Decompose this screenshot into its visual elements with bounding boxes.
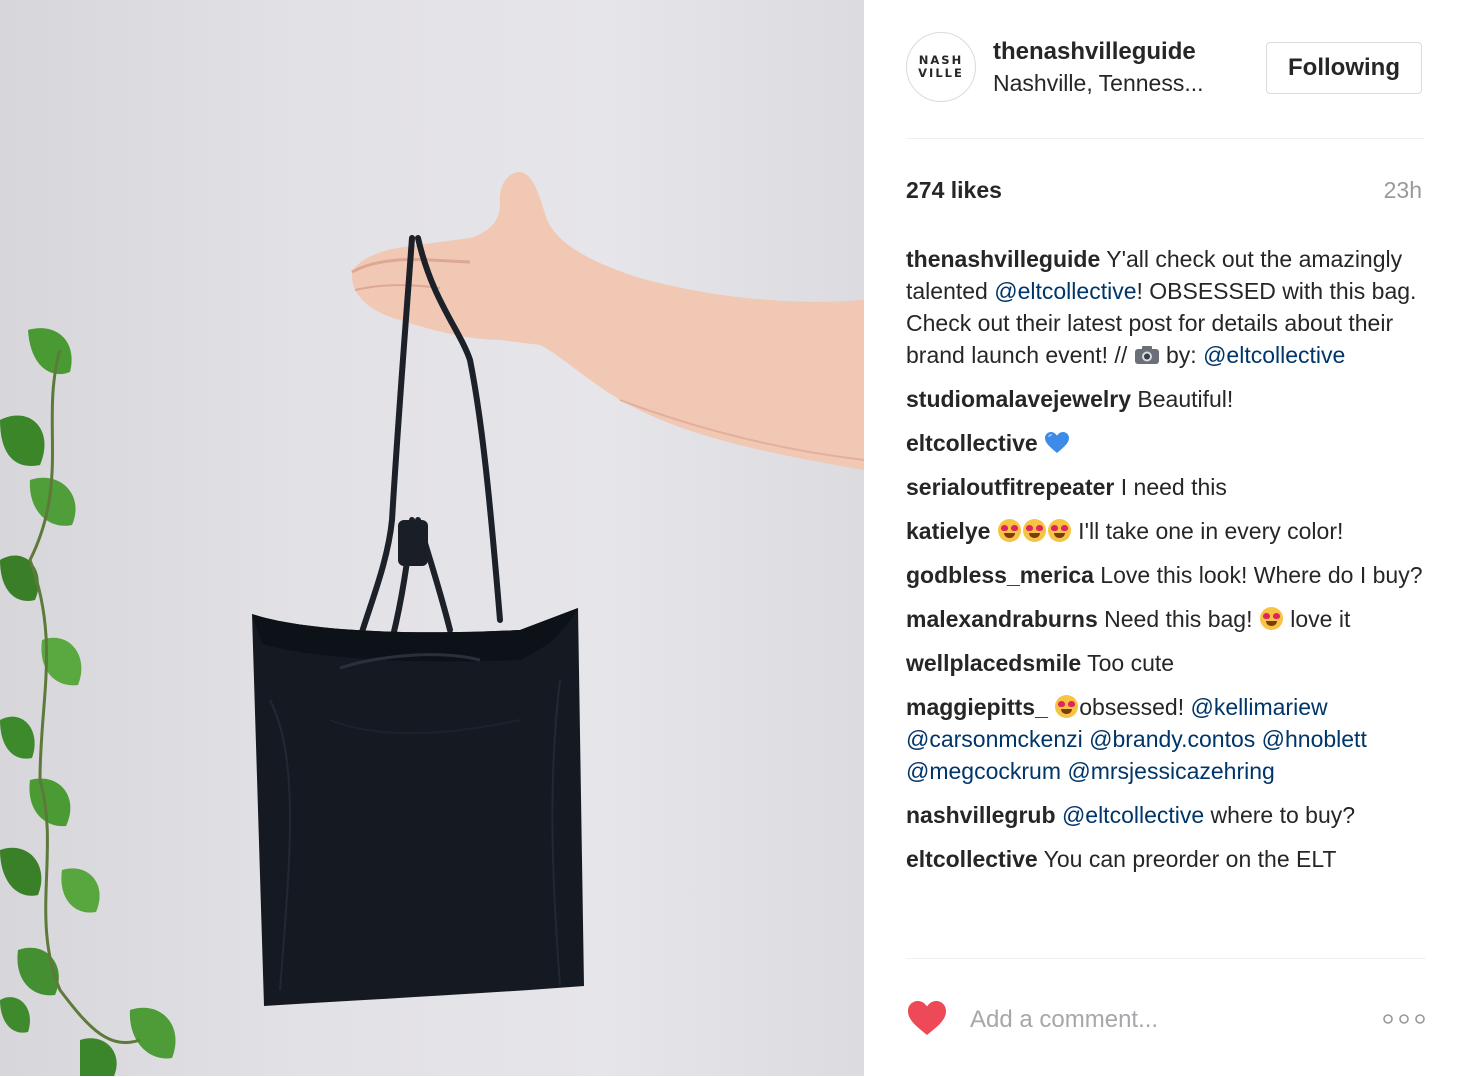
blue-heart-icon [1045,432,1070,453]
comment-text: Beautiful! [1131,386,1234,412]
comment-username[interactable]: nashvillegrub [906,802,1056,828]
heart-icon[interactable] [906,999,948,1037]
comment-username[interactable]: serialoutfitrepeater [906,474,1114,500]
comment-text: obsessed! [1079,694,1191,720]
bag-photo-illustration [0,172,864,1076]
comment-username[interactable]: eltcollective [906,430,1038,456]
comments-list[interactable]: thenashvilleguide Y'all check out the am… [906,243,1426,957]
comment-mention[interactable]: @kellimariew [1191,694,1328,720]
comment-username[interactable]: eltcollective [906,846,1038,872]
comment-text: where to buy? [1204,802,1356,828]
post-photo[interactable] [0,0,864,1076]
avatar-text-line-2: VILLE [918,66,964,80]
comment: eltcollective [906,427,1426,459]
comment: godbless_merica Love this look! Where do… [906,559,1426,591]
comment-username[interactable]: wellplacedsmile [906,650,1081,676]
comment-mention[interactable]: @mrsjessicazehring [1067,758,1274,784]
ellipsis-icon[interactable] [1382,1009,1426,1029]
comment-text: I need this [1114,474,1227,500]
comment-text: love it [1283,606,1351,632]
comment-username[interactable]: studiomalavejewelry [906,386,1131,412]
caption-username[interactable]: thenashvilleguide [906,246,1100,272]
comment-text: You can preorder on the ELT [1037,846,1337,872]
instagram-post: NASH VILLE thenashvilleguide Nashville, … [0,0,1466,1076]
leather-bag [252,608,584,1006]
post-time[interactable]: 23h [1384,177,1422,204]
comment: katielye I'll take one in every color! [906,515,1426,547]
comment-text: I'll take one in every color! [1071,518,1344,544]
post-location[interactable]: Nashville, Tenness... [993,70,1233,97]
comment: nashvillegrub @eltcollective where to bu… [906,799,1426,831]
comment-mention[interactable]: @carsonmckenzi [906,726,1083,752]
post-username[interactable]: thenashvilleguide [993,38,1196,66]
comment-username[interactable]: maggiepitts_ [906,694,1048,720]
comment-username[interactable]: katielye [906,518,990,544]
comment: maggiepitts_ obsessed! @kellimariew @car… [906,691,1426,787]
comment: malexandraburns Need this bag! love it [906,603,1426,635]
comment-text: Too cute [1081,650,1175,676]
comment: serialoutfitrepeater I need this [906,471,1426,503]
post-header: NASH VILLE thenashvilleguide Nashville, … [906,28,1424,139]
caption: thenashvilleguide Y'all check out the am… [906,243,1426,371]
comment-username[interactable]: malexandraburns [906,606,1098,632]
comment-mention[interactable]: @brandy.contos [1089,726,1255,752]
following-button[interactable]: Following [1266,42,1422,94]
add-comment-input[interactable] [970,1003,1330,1037]
comment: studiomalavejewelry Beautiful! [906,383,1426,415]
caption-text-3: by: [1159,342,1204,368]
comment-text: Need this bag! [1097,606,1259,632]
arm-and-hand [351,172,864,470]
heart-eyes-emoji [1259,607,1283,630]
comment: eltcollective You can preorder on the EL… [906,843,1426,875]
caption-mention-1[interactable]: @eltcollective [994,278,1136,304]
caption-mention-2[interactable]: @eltcollective [1203,342,1345,368]
heart-eyes-emoji [997,519,1021,542]
comment-username[interactable]: godbless_merica [906,562,1094,588]
comment-text: Love this look! Where do I buy? [1093,562,1423,588]
heart-eyes-emoji [1022,519,1046,542]
camera-icon [1134,346,1159,364]
likes-count[interactable]: 274 likes [906,177,1002,204]
comment-mention[interactable]: @hnoblett [1262,726,1367,752]
avatar[interactable]: NASH VILLE [906,32,976,102]
strap-toggle [398,520,428,566]
vine-leaves [0,328,176,1076]
comment-mention[interactable]: @megcockrum [906,758,1061,784]
post-side-panel: NASH VILLE thenashvilleguide Nashville, … [864,0,1466,1076]
heart-eyes-emoji [1047,519,1071,542]
heart-eyes-emoji [1055,695,1079,718]
comment-mention[interactable]: @eltcollective [1062,802,1204,828]
comment: wellplacedsmile Too cute [906,647,1426,679]
post-footer [906,958,1426,1077]
